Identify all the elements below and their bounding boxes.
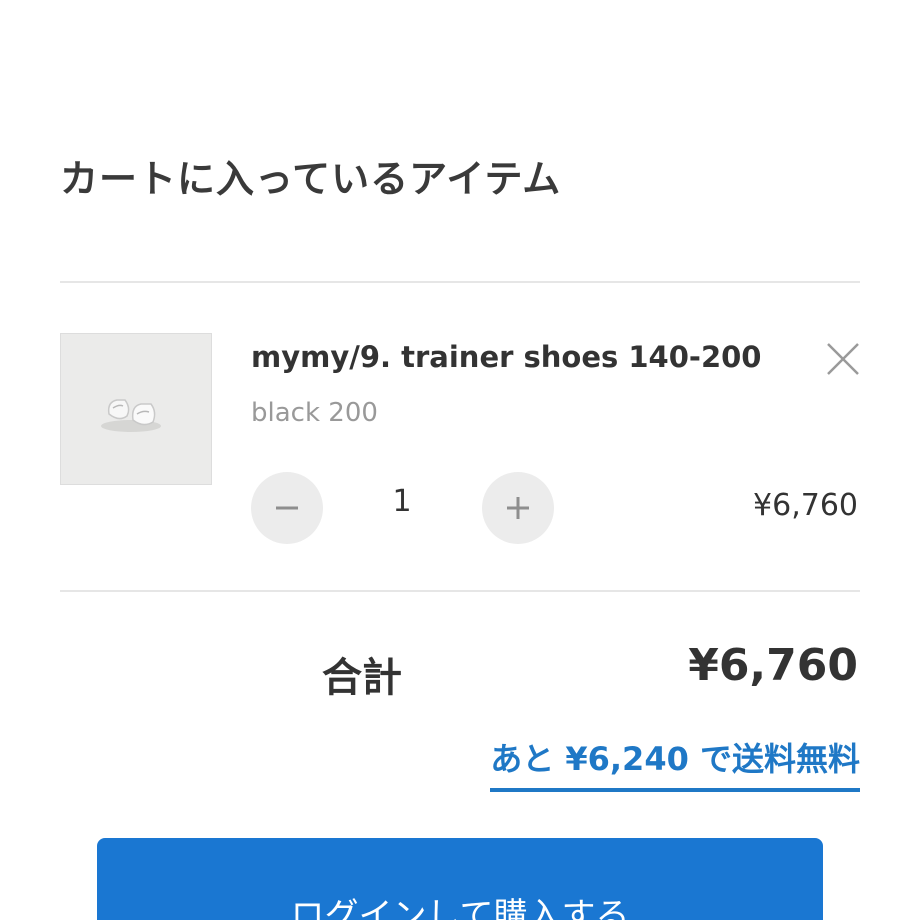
remove-item-button[interactable] [823, 339, 863, 379]
close-icon [827, 343, 859, 375]
minus-icon [276, 506, 298, 510]
page-title: カートに入っているアイテム [60, 157, 562, 201]
total-label: 合計 [322, 655, 402, 701]
product-thumbnail[interactable] [60, 333, 212, 485]
item-price: ¥6,760 [753, 488, 858, 523]
quantity-value: 1 [392, 484, 412, 519]
increase-quantity-button[interactable] [482, 472, 554, 544]
decrease-quantity-button[interactable] [251, 472, 323, 544]
shoe-thumbnail-icon [61, 334, 211, 484]
login-checkout-button[interactable]: ログインして購入する [97, 838, 823, 920]
total-value: ¥6,760 [688, 640, 858, 691]
divider [60, 281, 860, 283]
divider [60, 590, 860, 592]
product-name[interactable]: mymy/9. trainer shoes 140-200 [251, 340, 761, 374]
cart-page: カートに入っているアイテム mymy/9. trainer shoes 140-… [0, 0, 920, 920]
product-variant: black 200 [251, 398, 378, 428]
plus-icon [507, 497, 529, 519]
free-shipping-link[interactable]: あと ¥6,240 で送料無料 [490, 734, 860, 792]
